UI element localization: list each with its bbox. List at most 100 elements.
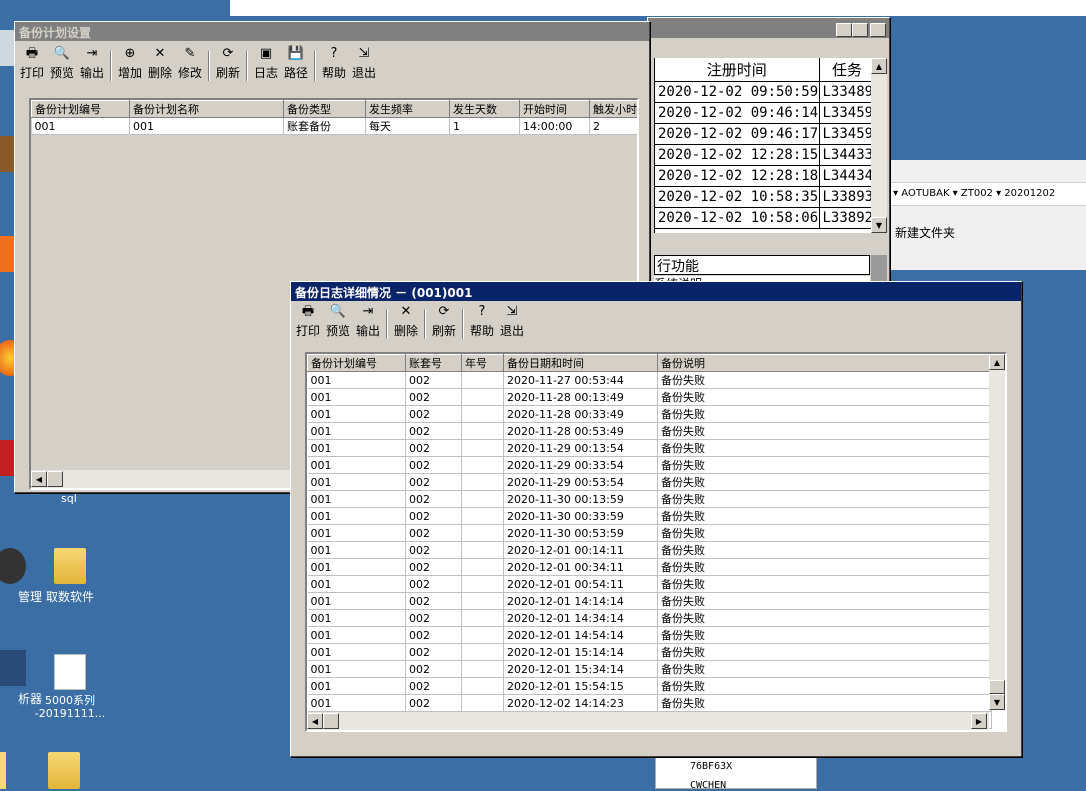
column-header[interactable]: 发生频率 bbox=[365, 100, 450, 118]
table-row[interactable]: 001 002 2020-11-30 00:33:59 备份失败 bbox=[307, 507, 992, 525]
export-button[interactable]: ⇥ 输出 bbox=[353, 304, 383, 339]
horizontal-scrollbar[interactable] bbox=[307, 712, 989, 730]
scroll-down-button[interactable]: ▼ bbox=[989, 694, 1005, 710]
desktop-icon-fetch-software[interactable]: 取数软件 bbox=[30, 548, 110, 605]
table-row[interactable]: 001 002 2020-12-01 14:54:14 备份失败 bbox=[307, 626, 992, 644]
table-row[interactable]: 2020-12-02 10:58:35 L33893 bbox=[655, 186, 874, 208]
column-header[interactable]: 触发小时 bbox=[589, 100, 637, 118]
table-row[interactable]: 001 002 2020-12-01 00:54:11 备份失败 bbox=[307, 575, 992, 593]
table-row[interactable]: 2020-12-02 09:50:59 L33489 bbox=[655, 81, 874, 103]
vertical-scrollbar[interactable] bbox=[871, 58, 887, 233]
table-row[interactable]: 001 002 2020-11-30 00:13:59 备份失败 bbox=[307, 490, 992, 508]
table-row[interactable]: 2020-12-02 10:58:06 L33892 bbox=[655, 207, 874, 229]
explorer-breadcrumb[interactable]: ) ▾ AOTUBAK ▾ ZT002 ▾ 20201202 bbox=[881, 182, 1086, 206]
table-row[interactable]: 001 002 2020-12-01 14:14:14 备份失败 bbox=[307, 592, 992, 610]
scrollbar-thumb[interactable] bbox=[47, 471, 63, 487]
exit-button[interactable]: ⇲ 退出 bbox=[349, 46, 379, 81]
column-header[interactable]: 发生天数 bbox=[449, 100, 520, 118]
table-row[interactable]: 2020-12-02 12:28:18 L34434 bbox=[655, 165, 874, 187]
table-cell: 002 bbox=[405, 388, 462, 406]
disk-icon: 💾 bbox=[287, 46, 305, 61]
scroll-down-button[interactable]: ▼ bbox=[871, 217, 887, 233]
help-button[interactable]: ? 帮助 bbox=[319, 46, 349, 81]
table-cell: 2020-12-01 00:14:11 bbox=[503, 541, 658, 559]
table-row[interactable]: 001 002 2020-11-28 00:13:49 备份失败 bbox=[307, 388, 992, 406]
table-row[interactable]: 001 002 2020-11-29 00:13:54 备份失败 bbox=[307, 439, 992, 457]
tree-item[interactable]: 76BF63X bbox=[690, 761, 732, 772]
column-header[interactable]: 注册时间 bbox=[655, 58, 820, 82]
preview-button[interactable]: 🔍 预览 bbox=[323, 304, 353, 339]
table-row[interactable]: 001 002 2020-12-01 14:34:14 备份失败 bbox=[307, 609, 992, 627]
column-header[interactable]: 年号 bbox=[461, 354, 504, 372]
table-row[interactable]: 2020-12-02 12:28:15 L34433 bbox=[655, 144, 874, 166]
table-row[interactable]: 001 002 2020-12-01 15:14:14 备份失败 bbox=[307, 643, 992, 661]
table-cell: 2020-12-01 14:34:14 bbox=[503, 609, 658, 627]
scrollbar-thumb[interactable] bbox=[323, 713, 339, 729]
table-row[interactable]: 2020-12-02 09:46:17 L33459 bbox=[655, 123, 874, 145]
scroll-right-button[interactable]: ▶ bbox=[971, 713, 987, 729]
delete-button[interactable]: ✕ 删除 bbox=[145, 46, 175, 81]
table-row[interactable]: 001 002 2020-11-29 00:53:54 备份失败 bbox=[307, 473, 992, 491]
refresh-button[interactable]: ⟳ 刷新 bbox=[429, 304, 459, 339]
vertical-scrollbar[interactable] bbox=[989, 354, 1005, 710]
table-row[interactable]: 001 002 2020-11-28 00:53:49 备份失败 bbox=[307, 422, 992, 440]
log-button[interactable]: ▣ 日志 bbox=[251, 46, 281, 81]
desktop-icon-doc[interactable]: 5000系列 -20191111... bbox=[30, 654, 110, 720]
table-cell: 备份失败 bbox=[657, 371, 992, 389]
table-cell: 002 bbox=[405, 643, 462, 661]
table-cell: L33459 bbox=[819, 123, 874, 145]
table-row[interactable]: 001 002 2020-11-28 00:33:49 备份失败 bbox=[307, 405, 992, 423]
print-button[interactable]: 🖶 打印 bbox=[17, 46, 47, 81]
path-button[interactable]: 💾 路径 bbox=[281, 46, 311, 81]
title-bar: _ □ × bbox=[648, 18, 889, 38]
column-header[interactable]: 开始时间 bbox=[519, 100, 590, 118]
table-cell bbox=[461, 626, 504, 644]
minimize-button[interactable]: _ bbox=[836, 23, 852, 37]
column-header[interactable]: 备份说明 bbox=[657, 354, 992, 372]
scrollbar-thumb[interactable] bbox=[989, 680, 1005, 694]
table-row[interactable]: 001 002 2020-12-01 00:34:11 备份失败 bbox=[307, 558, 992, 576]
print-button[interactable]: 🖶 打印 bbox=[293, 304, 323, 339]
table-cell: 2020-11-29 00:13:54 bbox=[503, 439, 658, 457]
folder-icon[interactable] bbox=[48, 752, 80, 789]
column-header[interactable]: 备份类型 bbox=[283, 100, 366, 118]
table-row[interactable]: 001 002 2020-12-02 14:14:23 备份失败 bbox=[307, 694, 992, 712]
table-row[interactable]: 001 002 2020-12-01 00:14:11 备份失败 bbox=[307, 541, 992, 559]
table-row[interactable]: 001 002 2020-12-01 15:54:15 备份失败 bbox=[307, 677, 992, 695]
column-header[interactable]: 备份计划编号 bbox=[307, 354, 406, 372]
exit-button[interactable]: ⇲ 退出 bbox=[497, 304, 527, 339]
column-header[interactable]: 账套号 bbox=[405, 354, 462, 372]
table-cell bbox=[461, 660, 504, 678]
table-row[interactable]: 001 002 2020-11-29 00:33:54 备份失败 bbox=[307, 456, 992, 474]
table-row[interactable]: 001 002 2020-11-27 00:53:44 备份失败 bbox=[307, 371, 992, 389]
scroll-up-button[interactable]: ▲ bbox=[871, 58, 887, 74]
table-row[interactable]: 001 002 2020-11-30 00:53:59 备份失败 bbox=[307, 524, 992, 542]
scroll-left-button[interactable]: ◀ bbox=[31, 471, 47, 487]
toolbar: 🖶 打印 🔍 预览 ⇥ 输出 ✕ 删除 ⟳ 刷新 ? 帮助 ⇲ 退出 bbox=[291, 301, 1021, 339]
refresh-button[interactable]: ⟳ 刷新 bbox=[213, 46, 243, 81]
edit-button[interactable]: ✎ 修改 bbox=[175, 46, 205, 81]
export-icon: ⇥ bbox=[86, 46, 98, 61]
new-folder-button[interactable]: 新建文件夹 bbox=[895, 224, 955, 241]
scroll-left-button[interactable]: ◀ bbox=[307, 713, 323, 729]
column-header[interactable]: 任务 bbox=[819, 58, 874, 82]
table-row[interactable]: 001 002 2020-12-01 15:34:14 备份失败 bbox=[307, 660, 992, 678]
log-icon: ▣ bbox=[259, 46, 273, 61]
table-row[interactable]: 001 001 账套备份 每天 1 14:00:00 2 bbox=[31, 117, 637, 135]
help-button[interactable]: ? 帮助 bbox=[467, 304, 497, 339]
tree-item[interactable]: CWCHEN bbox=[690, 780, 726, 791]
delete-button[interactable]: ✕ 删除 bbox=[391, 304, 421, 339]
table-cell: 002 bbox=[405, 524, 462, 542]
export-button[interactable]: ⇥ 输出 bbox=[77, 46, 107, 81]
close-button[interactable]: × bbox=[870, 23, 886, 37]
column-header[interactable]: 备份日期和时间 bbox=[503, 354, 658, 372]
table-row[interactable]: 2020-12-02 09:46:14 L33459 bbox=[655, 102, 874, 124]
table-cell: 002 bbox=[405, 660, 462, 678]
preview-button[interactable]: 🔍 预览 bbox=[47, 46, 77, 81]
add-button[interactable]: ⊕ 增加 bbox=[115, 46, 145, 81]
column-header[interactable]: 备份计划编号 bbox=[31, 100, 130, 118]
maximize-button[interactable]: □ bbox=[852, 23, 868, 37]
column-header[interactable]: 备份计划名称 bbox=[129, 100, 284, 118]
table-cell bbox=[461, 490, 504, 508]
scroll-up-button[interactable]: ▲ bbox=[989, 354, 1005, 370]
